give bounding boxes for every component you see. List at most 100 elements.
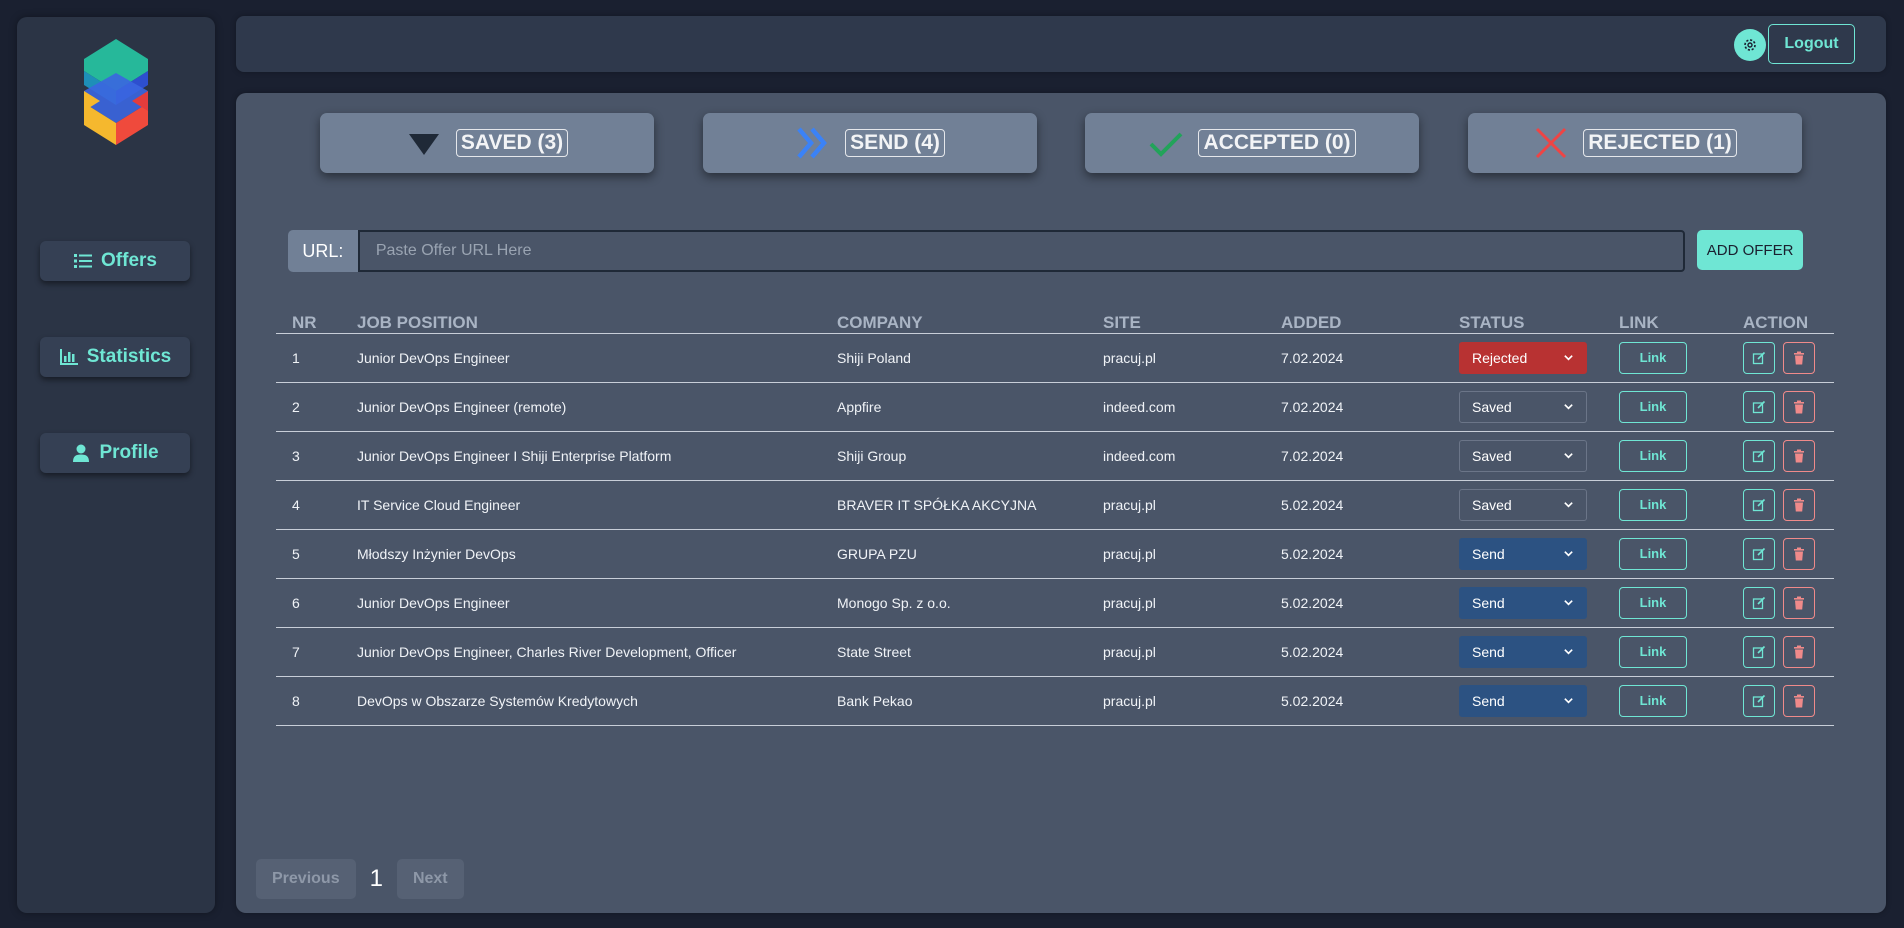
- trash-icon: [1794, 351, 1804, 364]
- edit-button[interactable]: [1743, 684, 1775, 717]
- main-panel: SAVED (3) SEND (4) ACCEPTED (0) REJECTED…: [236, 93, 1886, 913]
- bar-chart-icon: [59, 349, 78, 365]
- status-select[interactable]: Rejected: [1459, 341, 1587, 374]
- chevron-down-icon: [1564, 698, 1573, 704]
- app-logo: [84, 39, 148, 145]
- offer-link-button[interactable]: Link: [1619, 635, 1687, 668]
- cell-action: [1727, 529, 1834, 579]
- delete-button[interactable]: [1783, 439, 1815, 472]
- delete-button[interactable]: [1783, 341, 1815, 374]
- double-chevron-right-icon: [795, 125, 831, 161]
- settings-button[interactable]: [1734, 29, 1766, 61]
- sidebar-item-statistics[interactable]: Statistics: [40, 337, 190, 377]
- chevron-down-icon: [1564, 600, 1573, 606]
- list-icon: [74, 254, 93, 268]
- chevron-down-icon: [1564, 649, 1573, 655]
- status-value: Send: [1472, 692, 1505, 709]
- cell-company: Appfire: [821, 382, 1087, 432]
- cell-job-position: DevOps w Obszarze Systemów Kredytowych: [341, 676, 821, 726]
- cell-link: Link: [1603, 529, 1727, 579]
- delete-button[interactable]: [1783, 635, 1815, 668]
- table-row: 1 Junior DevOps Engineer Shiji Poland pracu…: [276, 333, 1834, 383]
- cell-company: State Street: [821, 627, 1087, 677]
- offer-link-button[interactable]: Link: [1619, 341, 1687, 374]
- cell-action: [1727, 480, 1834, 530]
- header-site: SITE: [1087, 309, 1265, 334]
- cell-link: Link: [1603, 480, 1727, 530]
- status-select[interactable]: Send: [1459, 635, 1587, 668]
- cell-added: 7.02.2024: [1265, 382, 1443, 432]
- cell-status: Saved: [1443, 480, 1603, 530]
- sidebar: Offers Statistics Profile: [17, 17, 215, 913]
- edit-icon: [1752, 498, 1766, 511]
- delete-button[interactable]: [1783, 488, 1815, 521]
- trash-icon: [1794, 694, 1804, 707]
- status-select[interactable]: Saved: [1459, 439, 1587, 472]
- cell-nr: 4: [276, 480, 341, 530]
- stat-rejected-button[interactable]: REJECTED (1): [1468, 113, 1802, 173]
- status-select[interactable]: Send: [1459, 684, 1587, 717]
- table-row: 5 Młodszy Inżynier DevOps GRUPA PZU pracuj.…: [276, 529, 1834, 579]
- cell-action: [1727, 382, 1834, 432]
- stat-saved-button[interactable]: SAVED (3): [320, 113, 654, 173]
- edit-button[interactable]: [1743, 537, 1775, 570]
- delete-button[interactable]: [1783, 684, 1815, 717]
- offer-link-button[interactable]: Link: [1619, 439, 1687, 472]
- header-company: COMPANY: [821, 309, 1087, 334]
- cell-status: Saved: [1443, 431, 1603, 481]
- delete-button[interactable]: [1783, 586, 1815, 619]
- header-status: STATUS: [1443, 309, 1603, 334]
- next-page-button[interactable]: Next: [396, 859, 464, 899]
- header-link: LINK: [1603, 309, 1727, 334]
- previous-page-button[interactable]: Previous: [256, 859, 356, 899]
- edit-icon: [1752, 400, 1766, 413]
- cell-site: pracuj.pl: [1087, 627, 1265, 677]
- delete-button[interactable]: [1783, 537, 1815, 570]
- edit-button[interactable]: [1743, 586, 1775, 619]
- sidebar-item-offers[interactable]: Offers: [40, 241, 190, 281]
- delete-button[interactable]: [1783, 390, 1815, 423]
- url-input[interactable]: [357, 230, 1686, 272]
- offer-link-button[interactable]: Link: [1619, 586, 1687, 619]
- offer-link-button[interactable]: Link: [1619, 488, 1687, 521]
- offer-link-button[interactable]: Link: [1619, 390, 1687, 423]
- edit-button[interactable]: [1743, 488, 1775, 521]
- cell-action: [1727, 333, 1834, 383]
- chevron-down-icon: [1564, 551, 1573, 557]
- status-value: Saved: [1472, 496, 1512, 513]
- table-row: 4 IT Service Cloud Engineer BRAVER IT SPÓŁ…: [276, 480, 1834, 530]
- status-select[interactable]: Send: [1459, 586, 1587, 619]
- status-select[interactable]: Send: [1459, 537, 1587, 570]
- status-select[interactable]: Saved: [1459, 488, 1587, 521]
- offer-link-button[interactable]: Link: [1619, 537, 1687, 570]
- edit-button[interactable]: [1743, 439, 1775, 472]
- cell-status: Saved: [1443, 382, 1603, 432]
- chevron-down-icon: [1564, 453, 1573, 459]
- edit-button[interactable]: [1743, 635, 1775, 668]
- cell-added: 7.02.2024: [1265, 431, 1443, 481]
- stat-accepted-button[interactable]: ACCEPTED (0): [1085, 113, 1419, 173]
- offer-link-button[interactable]: Link: [1619, 684, 1687, 717]
- edit-button[interactable]: [1743, 390, 1775, 423]
- user-icon: [73, 444, 90, 462]
- trash-icon: [1794, 596, 1804, 609]
- cell-company: GRUPA PZU: [821, 529, 1087, 579]
- cell-added: 7.02.2024: [1265, 333, 1443, 383]
- cell-status: Send: [1443, 676, 1603, 726]
- cell-status: Send: [1443, 578, 1603, 628]
- top-header: Logout: [236, 16, 1886, 72]
- edit-icon: [1752, 351, 1766, 364]
- cell-job-position: Junior DevOps Engineer I Shiji Enterpris…: [341, 431, 821, 481]
- logout-button[interactable]: Logout: [1768, 24, 1855, 64]
- cell-link: Link: [1603, 431, 1727, 481]
- cell-link: Link: [1603, 333, 1727, 383]
- cell-site: pracuj.pl: [1087, 333, 1265, 383]
- add-offer-button[interactable]: ADD OFFER: [1697, 230, 1803, 270]
- stat-send-button[interactable]: SEND (4): [703, 113, 1037, 173]
- edit-button[interactable]: [1743, 341, 1775, 374]
- status-value: Rejected: [1472, 349, 1528, 366]
- cell-company: Shiji Poland: [821, 333, 1087, 383]
- cell-nr: 3: [276, 431, 341, 481]
- status-select[interactable]: Saved: [1459, 390, 1587, 423]
- sidebar-item-profile[interactable]: Profile: [40, 433, 190, 473]
